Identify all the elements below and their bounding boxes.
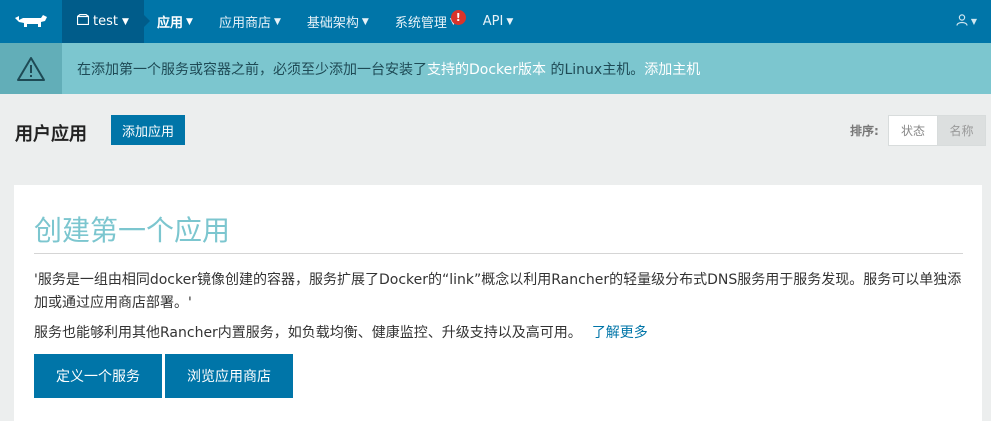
add-app-button[interactable]: 添加应用 [111, 115, 186, 145]
nav-item-label: 系统管理 [394, 16, 447, 31]
chevron-down-icon: ▼ [361, 16, 369, 27]
chevron-down-icon: ▼ [506, 16, 514, 27]
warning-text: 的Linux主机。 [546, 61, 645, 78]
chevron-down-icon: ▼ [186, 16, 193, 27]
chevron-down-icon: ▼ [970, 17, 977, 26]
warning-message: 在添加第一个服务或容器之前，必须至少添加一台安装了支持的Docker版本 的Li… [77, 59, 700, 79]
environment-switcher[interactable]: test ▼ [62, 0, 144, 43]
empty-state-card: 创建第一个应用 '服务是一组由相同docker镜像创建的容器，服务扩展了Dock… [14, 185, 982, 421]
nav-item-apps[interactable]: 应用 ▼ [144, 0, 206, 43]
environment-label: test [93, 14, 119, 29]
user-menu[interactable]: ▼ [956, 0, 977, 43]
nav-item-label: API [482, 14, 504, 29]
nav-item-label: 基础架构 [306, 16, 359, 31]
page-title: 用户应用 [15, 124, 87, 145]
top-nav: test ▼ 应用 ▼ 应用商店 ▼ 基础架构 ▼ 系统管理 ▼ ! API ▼… [0, 0, 991, 43]
chevron-down-icon: ▼ [273, 16, 281, 27]
nav-item-api[interactable]: API ▼ [470, 0, 527, 43]
supported-docker-link[interactable]: 支持的Docker版本 [427, 62, 546, 78]
learn-more-link[interactable]: 了解更多 [592, 325, 648, 341]
warning-triangle-icon [0, 43, 62, 94]
description-text: 服务也能够利用其他Rancher内置服务，如负载均衡、健康监控、升级支持以及高可… [34, 325, 582, 341]
nav-item-catalog[interactable]: 应用商店 ▼ [206, 0, 294, 43]
sort-by-name-button[interactable]: 名称 [937, 116, 985, 145]
service-description-2: 服务也能够利用其他Rancher内置服务，如负载均衡、健康监控、升级支持以及高可… [34, 322, 648, 342]
environment-icon [76, 13, 90, 29]
service-description: '服务是一组由相同docker镜像创建的容器，服务扩展了Docker的“link… [34, 272, 962, 311]
sort-by-state-button[interactable]: 状态 [889, 116, 937, 145]
main-nav: 应用 ▼ 应用商店 ▼ 基础架构 ▼ 系统管理 ▼ ! API ▼ [144, 0, 526, 43]
browse-catalog-button[interactable]: 浏览应用商店 [165, 354, 293, 398]
nav-item-infrastructure[interactable]: 基础架构 ▼ [294, 0, 382, 43]
warning-text: 在添加第一个服务或容器之前，必须至少添加一台安装了 [77, 61, 427, 78]
nav-item-label: 应用 [157, 16, 184, 31]
rancher-logo-icon[interactable] [0, 0, 62, 43]
chevron-down-icon: ▼ [122, 16, 129, 27]
nav-item-admin[interactable]: 系统管理 ▼ ! [382, 0, 470, 43]
add-host-link[interactable]: 添加主机 [644, 62, 700, 78]
card-title: 创建第一个应用 [34, 214, 231, 247]
no-host-warning-bar: 在添加第一个服务或容器之前，必须至少添加一台安装了支持的Docker版本 的Li… [0, 43, 991, 94]
define-service-button[interactable]: 定义一个服务 [34, 354, 162, 398]
sort-toggle: 状态 名称 [888, 115, 986, 146]
alert-badge: ! [450, 10, 466, 25]
user-icon [956, 13, 968, 30]
divider [34, 253, 963, 254]
sort-label: 排序: [850, 124, 879, 138]
nav-item-label: 应用商店 [218, 16, 271, 31]
